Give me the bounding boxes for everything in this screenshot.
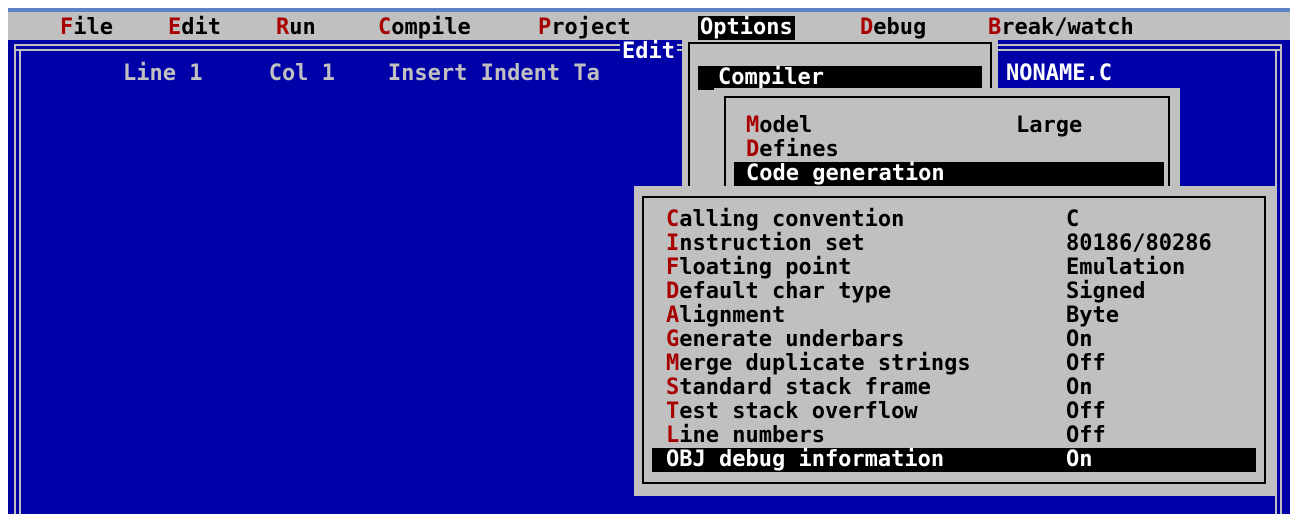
edit-border-right (1280, 44, 1282, 514)
menu-label: roject (551, 15, 631, 40)
codegen-item-value: C (1066, 207, 1080, 232)
codegen-item-merge-duplicate-strings[interactable]: Merge duplicate strings Off (652, 352, 1256, 376)
codegen-item-value: Byte (1066, 303, 1119, 328)
codegen-item-line-numbers[interactable]: Line numbers Off (652, 424, 1256, 448)
menu-label: reak/watch (1001, 15, 1134, 40)
window-frame-right (1290, 0, 1301, 514)
codegen-item-label: loating point (679, 255, 852, 280)
edit-file-name: NONAME.C (1006, 61, 1112, 86)
codegen-item-value: On (1066, 447, 1093, 472)
menu-hotkey: M (746, 113, 760, 138)
menu-hotkey: G (666, 327, 680, 352)
codegen-item-floating-point[interactable]: Floating point Emulation (652, 256, 1256, 280)
menu-hotkey: I (666, 231, 680, 256)
menu-hotkey: T (666, 399, 680, 424)
edit-border-left-inner (19, 49, 21, 514)
codegen-item-test-stack-overflow[interactable]: Test stack overflow Off (652, 400, 1256, 424)
menu-label: un (289, 15, 316, 40)
codegen-item-value: Off (1066, 351, 1106, 376)
codegen-item-label: efault char type (679, 279, 892, 304)
codegen-border-left (642, 196, 644, 484)
menu-edit[interactable]: Edit (168, 16, 221, 40)
menu-hotkey: D (746, 137, 760, 162)
menu-debug[interactable]: Debug (860, 16, 926, 40)
menu-bar: File Edit Run Compile Project Options De… (8, 12, 1290, 40)
compiler-item-code-generation[interactable]: Code generation (734, 162, 1164, 186)
codegen-item-label: lignment (679, 303, 786, 328)
menu-hotkey: E (168, 15, 182, 40)
codegen-item-label: nstruction set (679, 231, 865, 256)
compiler-item-defines[interactable]: Defines (734, 138, 1164, 162)
codegen-item-standard-stack-frame[interactable]: Standard stack frame On (652, 376, 1256, 400)
menu-project[interactable]: Project (538, 16, 631, 40)
codegen-border-bottom (642, 482, 1266, 484)
codegen-item-default-char-type[interactable]: Default char type Signed (652, 280, 1256, 304)
options-item-label: Compiler (718, 65, 824, 90)
codegen-item-label: OBJ debug information (666, 447, 945, 472)
codegen-item-label: enerate underbars (679, 327, 905, 352)
codegen-item-value: Signed (1066, 279, 1146, 304)
codegen-item-obj-debug-information[interactable]: OBJ debug information On (652, 448, 1256, 472)
menu-run[interactable]: Run (276, 16, 316, 40)
options-item-compiler[interactable]: Compiler (698, 66, 982, 90)
menu-label: ile (73, 15, 113, 40)
menu-compile[interactable]: Compile (378, 16, 471, 40)
codegen-item-value: On (1066, 375, 1093, 400)
compiler-item-label: odel (759, 113, 813, 138)
edit-window-title: Edit (620, 39, 677, 64)
codegen-item-generate-underbars[interactable]: Generate underbars On (652, 328, 1256, 352)
menu-hotkey: D (666, 279, 680, 304)
menu-options[interactable]: Options (698, 16, 795, 40)
compiler-item-model[interactable]: Model Large (734, 114, 1164, 138)
codegen-item-value: Off (1066, 423, 1106, 448)
menu-hotkey: L (666, 423, 680, 448)
codegen-item-alignment[interactable]: Alignment Byte (652, 304, 1256, 328)
codegen-item-label: tandard stack frame (679, 375, 931, 400)
codegen-item-value: On (1066, 327, 1093, 352)
compiler-border-top (724, 96, 1170, 98)
code-generation-menu: Calling convention C Instruction set 80186… (634, 186, 1276, 496)
codegen-item-label: erge duplicate strings (679, 351, 971, 376)
menu-hotkey: B (988, 15, 1002, 40)
menu-label: Options (700, 15, 793, 40)
options-border-left (688, 42, 690, 186)
options-border-top (688, 42, 992, 44)
menu-label: dit (181, 15, 221, 40)
menu-hotkey: F (60, 15, 74, 40)
compiler-border-right (1168, 96, 1170, 188)
compiler-border-left (724, 96, 726, 188)
codegen-item-value: Off (1066, 399, 1106, 424)
menu-hotkey: F (666, 255, 680, 280)
codegen-item-label: alling convention (679, 207, 905, 232)
codegen-item-label: ine numbers (679, 423, 825, 448)
menu-label: ompile (391, 15, 471, 40)
menu-hotkey: A (666, 303, 680, 328)
codegen-item-value: 80186/80286 (1066, 231, 1212, 256)
menu-label: ebug (873, 15, 927, 40)
codegen-item-label: est stack overflow (679, 399, 918, 424)
codegen-item-instruction-set[interactable]: Instruction set 80186/80286 (652, 232, 1256, 256)
menu-hotkey: P (538, 15, 552, 40)
menu-hotkey: C (666, 207, 680, 232)
menu-hotkey: M (666, 351, 680, 376)
compiler-item-label: Code generation (746, 161, 945, 186)
menu-hotkey: C (378, 15, 392, 40)
menu-break-watch[interactable]: Break/watch (988, 16, 1134, 40)
menu-hotkey: R (276, 15, 290, 40)
edit-border-left (14, 44, 16, 514)
window-frame-left (0, 0, 8, 514)
codegen-border-right (1264, 196, 1266, 484)
compiler-item-label: efines (759, 137, 839, 162)
compiler-item-value: Large (1016, 113, 1083, 138)
menu-hotkey: S (666, 375, 680, 400)
menu-hotkey: D (860, 15, 874, 40)
edit-status-line: Line 1 Col 1 Insert Indent Ta (123, 61, 600, 86)
codegen-border-top (642, 196, 1266, 198)
codegen-item-calling-convention[interactable]: Calling convention C (652, 208, 1256, 232)
compiler-menu: Model Large Defines Code generation (714, 88, 1180, 188)
menu-file[interactable]: File (60, 16, 113, 40)
codegen-item-value: Emulation (1066, 255, 1186, 280)
